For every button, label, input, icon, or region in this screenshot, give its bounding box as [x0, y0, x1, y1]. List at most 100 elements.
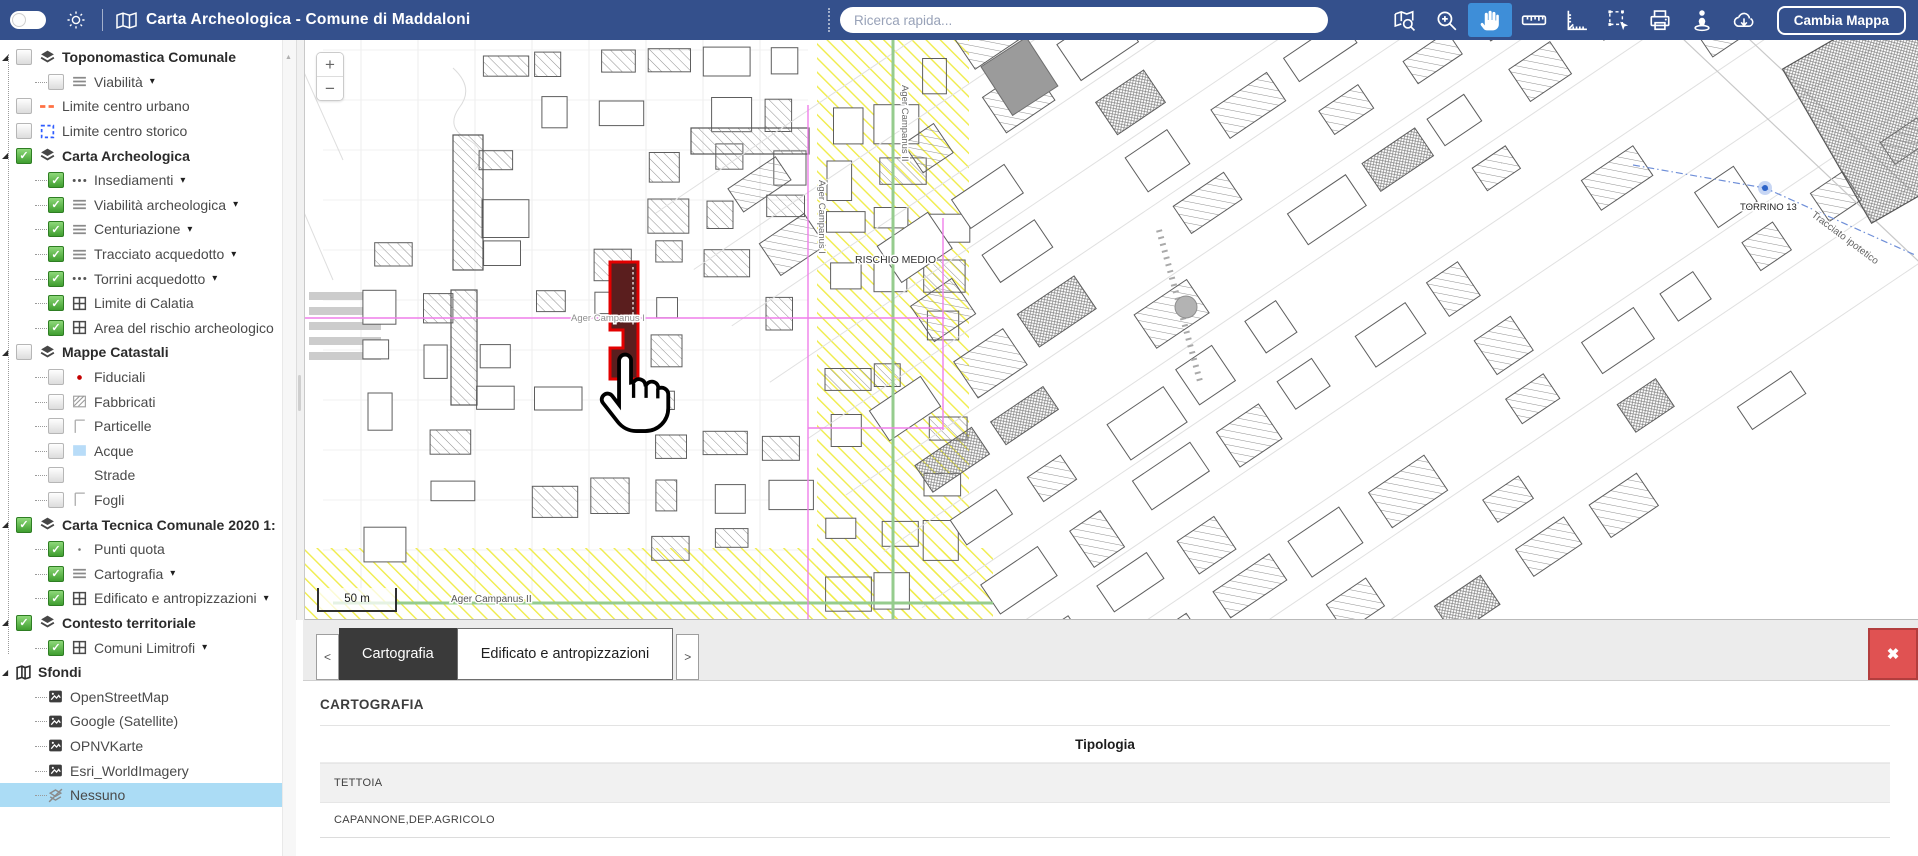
layer-item-fabbricati[interactable]: Fabbricati — [0, 389, 282, 414]
layer-item-sfondi[interactable]: ◢Sfondi — [0, 660, 282, 685]
expander-icon[interactable]: ◢ — [2, 348, 15, 357]
style-caret-icon[interactable]: ▾ — [170, 568, 175, 579]
brightness-icon[interactable] — [64, 8, 88, 32]
layer-item-strade[interactable]: Strade — [0, 463, 282, 488]
tab-cartografia[interactable]: Cartografia — [339, 628, 457, 680]
layer-checkbox[interactable]: ✓ — [48, 566, 64, 582]
style-caret-icon[interactable]: ▾ — [202, 642, 207, 653]
layer-item-openstreetmap[interactable]: OpenStreetMap — [0, 684, 282, 709]
style-caret-icon[interactable]: ▾ — [180, 175, 185, 186]
layer-checkbox[interactable] — [48, 492, 64, 508]
close-panel-button[interactable]: ✖ — [1868, 628, 1918, 680]
expander-icon[interactable]: ◢ — [2, 618, 15, 627]
layer-item-punti-quota[interactable]: ✓Punti quota — [0, 537, 282, 562]
layer-item-nessuno[interactable]: Nessuno — [0, 783, 282, 808]
sidebar-splitter[interactable] — [296, 40, 305, 620]
pan-hand-tool-icon[interactable] — [1468, 3, 1512, 37]
download-tool-icon[interactable] — [1723, 0, 1765, 40]
print-tool-icon[interactable] — [1639, 0, 1681, 40]
layer-item-acque[interactable]: Acque — [0, 439, 282, 464]
scroll-up-icon[interactable]: ▲ — [285, 54, 292, 61]
layer-item-limite-centro-urbano[interactable]: Limite centro urbano — [0, 94, 282, 119]
layer-item-esri-worldimagery[interactable]: Esri_WorldImagery — [0, 758, 282, 783]
splitter-grip[interactable] — [298, 375, 301, 411]
layer-checkbox[interactable] — [16, 344, 32, 360]
layer-checkbox[interactable] — [16, 123, 32, 139]
zoom-out-button[interactable]: − — [317, 77, 343, 100]
layer-item-fogli[interactable]: Fogli — [0, 488, 282, 513]
layer-checkbox[interactable] — [48, 418, 64, 434]
expander-icon[interactable]: ◢ — [2, 151, 15, 160]
layer-checkbox[interactable]: ✓ — [48, 197, 64, 213]
layer-item-fiduciali[interactable]: Fiduciali — [0, 365, 282, 390]
layer-item-opnvkarte[interactable]: OPNVKarte — [0, 734, 282, 759]
layer-item-area-del-rischio-archeologico[interactable]: ✓Area del rischio archeologico — [0, 316, 282, 341]
layer-item-viabilit[interactable]: Viabilità▾ — [0, 70, 282, 95]
layer-item-insediamenti[interactable]: ✓Insediamenti▾ — [0, 168, 282, 193]
search-input[interactable] — [840, 7, 1328, 33]
layer-item-viabilit-archeologica[interactable]: ✓Viabilità archeologica▾ — [0, 193, 282, 218]
search-drag-handle[interactable] — [828, 8, 833, 32]
layer-checkbox[interactable] — [48, 467, 64, 483]
expander-icon[interactable]: ◢ — [2, 668, 15, 677]
tabs-next-button[interactable]: > — [676, 634, 699, 680]
layer-checkbox[interactable]: ✓ — [16, 148, 32, 164]
style-caret-icon[interactable]: ▾ — [264, 593, 269, 604]
style-caret-icon[interactable]: ▾ — [231, 249, 236, 260]
layer-checkbox[interactable]: ✓ — [48, 271, 64, 287]
layer-item-limite-di-calatia[interactable]: ✓Limite di Calatia — [0, 291, 282, 316]
layer-item-mappe-catastali[interactable]: ◢Mappe Catastali — [0, 340, 282, 365]
zoom-in-button[interactable]: + — [317, 53, 343, 77]
layer-checkbox[interactable]: ✓ — [48, 295, 64, 311]
layer-checkbox[interactable] — [16, 49, 32, 65]
layer-checkbox[interactable]: ✓ — [48, 221, 64, 237]
layer-checkbox[interactable]: ✓ — [48, 172, 64, 188]
theme-toggle[interactable] — [10, 11, 46, 29]
map-canvas[interactable]: Ager Campanus IRISCHIO MEDIOAger Campanu… — [303, 40, 1918, 620]
sidebar-scrollbar[interactable]: ▲ — [282, 40, 296, 856]
layer-checkbox[interactable] — [48, 443, 64, 459]
layer-item-cartografia[interactable]: ✓Cartografia▾ — [0, 561, 282, 586]
layer-item-google-satellite[interactable]: Google (Satellite) — [0, 709, 282, 734]
layer-checkbox[interactable] — [48, 394, 64, 410]
layer-checkbox[interactable]: ✓ — [48, 590, 64, 606]
layer-checkbox[interactable] — [48, 74, 64, 90]
layer-item-tracciato-acquedotto[interactable]: ✓Tracciato acquedotto▾ — [0, 242, 282, 267]
lines-icon — [71, 221, 88, 238]
style-caret-icon[interactable]: ▾ — [187, 224, 192, 235]
tab-edificato-e-antropizzazioni[interactable]: Edificato e antropizzazioni — [457, 628, 673, 680]
tabs-prev-button[interactable]: < — [316, 634, 339, 680]
layer-checkbox[interactable]: ✓ — [48, 640, 64, 656]
layer-checkbox[interactable]: ✓ — [48, 320, 64, 336]
layer-checkbox[interactable] — [16, 98, 32, 114]
tree-connector — [35, 771, 47, 772]
layer-item-toponomastica-comunale[interactable]: ◢Toponomastica Comunale — [0, 45, 282, 70]
layer-item-centuriazione[interactable]: ✓Centuriazione▾ — [0, 217, 282, 242]
map-search-tool-icon[interactable] — [1383, 0, 1425, 40]
layer-checkbox[interactable] — [48, 369, 64, 385]
style-caret-icon[interactable]: ▾ — [233, 199, 238, 210]
layer-item-comuni-limitrofi[interactable]: ✓Comuni Limitrofi▾ — [0, 635, 282, 660]
layer-item-carta-archeologica[interactable]: ◢✓Carta Archeologica — [0, 143, 282, 168]
layer-item-particelle[interactable]: Particelle — [0, 414, 282, 439]
measure-angle-tool-icon[interactable] — [1555, 0, 1597, 40]
layer-item-contesto-territoriale[interactable]: ◢✓Contesto territoriale — [0, 611, 282, 636]
layer-checkbox[interactable]: ✓ — [16, 615, 32, 631]
measure-ruler-tool-icon[interactable] — [1513, 0, 1555, 40]
change-map-button[interactable]: Cambia Mappa — [1777, 6, 1906, 35]
layer-item-torrini-acquedotto[interactable]: ✓Torrini acquedotto▾ — [0, 266, 282, 291]
layer-checkbox[interactable]: ✓ — [48, 541, 64, 557]
layer-checkbox[interactable]: ✓ — [48, 246, 64, 262]
layer-checkbox[interactable]: ✓ — [16, 517, 32, 533]
attributes-panel: < CartografiaEdificato e antropizzazioni… — [303, 619, 1918, 856]
select-area-tool-icon[interactable] — [1597, 0, 1639, 40]
expander-icon[interactable]: ◢ — [2, 520, 15, 529]
style-caret-icon[interactable]: ▾ — [212, 273, 217, 284]
expander-icon[interactable]: ◢ — [2, 53, 15, 62]
layer-item-edificato-e-antropizzazioni[interactable]: ✓Edificato e antropizzazioni▾ — [0, 586, 282, 611]
layer-item-carta-tecnica-comunale-2020-1[interactable]: ◢✓Carta Tecnica Comunale 2020 1: — [0, 512, 282, 537]
zoom-in-tool-icon[interactable] — [1425, 0, 1467, 40]
style-caret-icon[interactable]: ▾ — [150, 76, 155, 87]
layer-item-limite-centro-storico[interactable]: Limite centro storico — [0, 119, 282, 144]
street-view-tool-icon[interactable] — [1681, 0, 1723, 40]
